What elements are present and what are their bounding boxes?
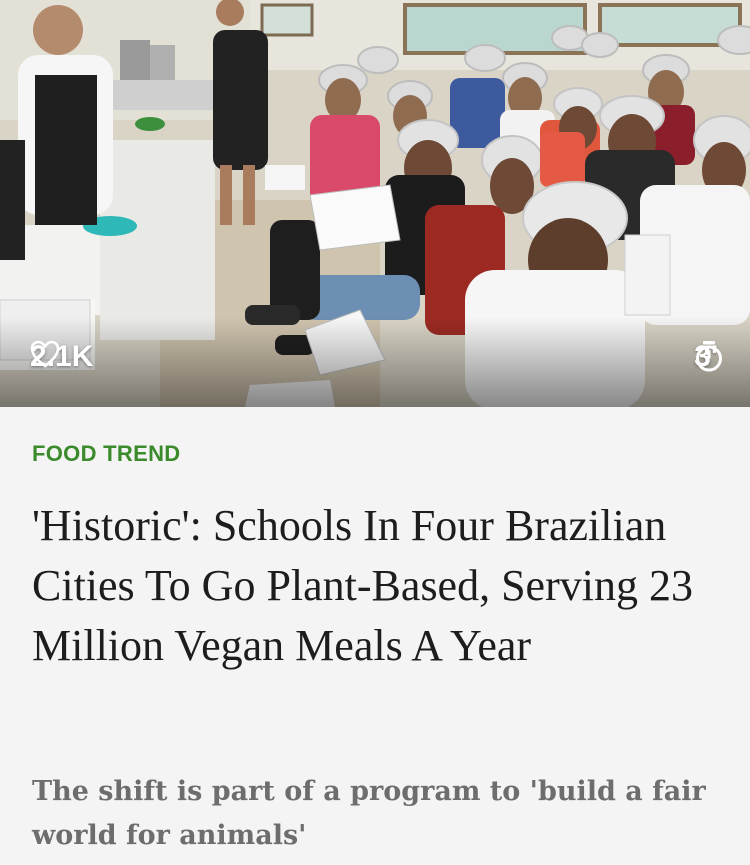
article-category[interactable]: FOOD TREND — [32, 441, 180, 467]
article-card[interactable]: 2.1K 3' FOOD TREND 'Historic': Schools I… — [0, 0, 750, 865]
article-hero-image[interactable]: 2.1K 3' — [0, 0, 750, 407]
article-headline[interactable]: 'Historic': Schools In Four Brazilian Ci… — [32, 496, 722, 676]
heart-outline-icon[interactable] — [30, 340, 60, 368]
article-subheading: The shift is part of a program to 'build… — [32, 776, 706, 851]
likes-counter[interactable]: 2.1K — [30, 340, 93, 374]
stopwatch-icon — [696, 341, 723, 372]
read-time-indicator: 3' — [694, 340, 723, 374]
hero-gradient-overlay — [0, 317, 750, 407]
